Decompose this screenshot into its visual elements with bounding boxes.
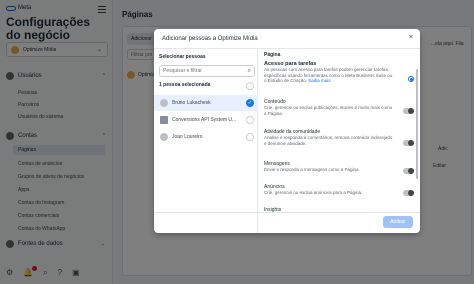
checkbox[interactable] [246, 133, 254, 141]
scrollbar[interactable] [416, 69, 418, 179]
permission-community: Atividade da comunidade Analise e respon… [264, 129, 414, 146]
permission-messages: Mensagens Envie e responda a mensagens c… [264, 161, 414, 173]
select-all-checkbox[interactable] [246, 82, 254, 90]
assign-button[interactable]: Atribuir [383, 216, 413, 228]
permission-desc: As pessoas com acesso para tarefas podem… [264, 67, 394, 84]
system-user-icon [160, 116, 168, 124]
permission-ads: Anúncios Crie, gerencie ou exclua anúnci… [264, 184, 414, 196]
add-people-modal: Adicionar pessoas a Optimize Mídia × Sel… [154, 29, 420, 233]
task-access-toggle[interactable] [408, 76, 414, 82]
permissions-column: Página Acesso para tarefas As pessoas co… [258, 49, 420, 233]
search-icon: ⌕ [247, 68, 251, 74]
permission-desc: Envie e responda a mensagens como a Pági… [264, 167, 360, 172]
person-name: Conversions API System U... [172, 117, 237, 123]
person-row[interactable]: Conversions API System U... [154, 112, 258, 128]
person-row[interactable]: Joao Loureiro [154, 129, 258, 145]
person-name: Joao Loureiro [172, 134, 203, 140]
permissions-heading: Página [264, 52, 281, 58]
avatar [160, 133, 168, 141]
person-name: Bruno Lukachesk [172, 100, 211, 106]
permission-content: Conteúdo Crie, gerencie ou exclua public… [264, 99, 414, 116]
content-toggle[interactable] [403, 108, 414, 114]
permission-desc: Analise e responda a comentários, remova… [264, 135, 393, 146]
learn-more-link[interactable]: Saiba mais [308, 78, 330, 83]
messages-toggle[interactable] [403, 168, 414, 174]
selected-count: 1 pessoa selecionada [159, 82, 211, 88]
search-placeholder: Pesquisar e filtrar [163, 68, 202, 74]
people-column: Selecionar pessoas Pesquisar e filtrar ⌕… [154, 49, 258, 233]
select-people-heading: Selecionar pessoas [159, 54, 206, 60]
permission-desc: Crie, gerencie ou exclua anúncios para a… [264, 190, 363, 195]
avatar [160, 99, 168, 107]
checkbox[interactable] [246, 116, 254, 124]
community-toggle[interactable] [403, 140, 414, 146]
ads-toggle[interactable] [403, 190, 414, 196]
person-row[interactable]: Bruno Lukachesk ✓ [154, 95, 258, 111]
search-input[interactable]: Pesquisar e filtrar ⌕ [159, 65, 255, 77]
permission-desc: Crie, gerencie ou exclua publicações, st… [264, 105, 393, 116]
permission-task-access: Acesso para tarefas As pessoas com acess… [264, 61, 414, 84]
close-icon[interactable]: × [409, 34, 413, 41]
modal-title: Adicionar pessoas a Optimize Mídia [162, 36, 258, 42]
checkmark-icon[interactable]: ✓ [246, 99, 254, 107]
footer-divider [154, 212, 420, 213]
